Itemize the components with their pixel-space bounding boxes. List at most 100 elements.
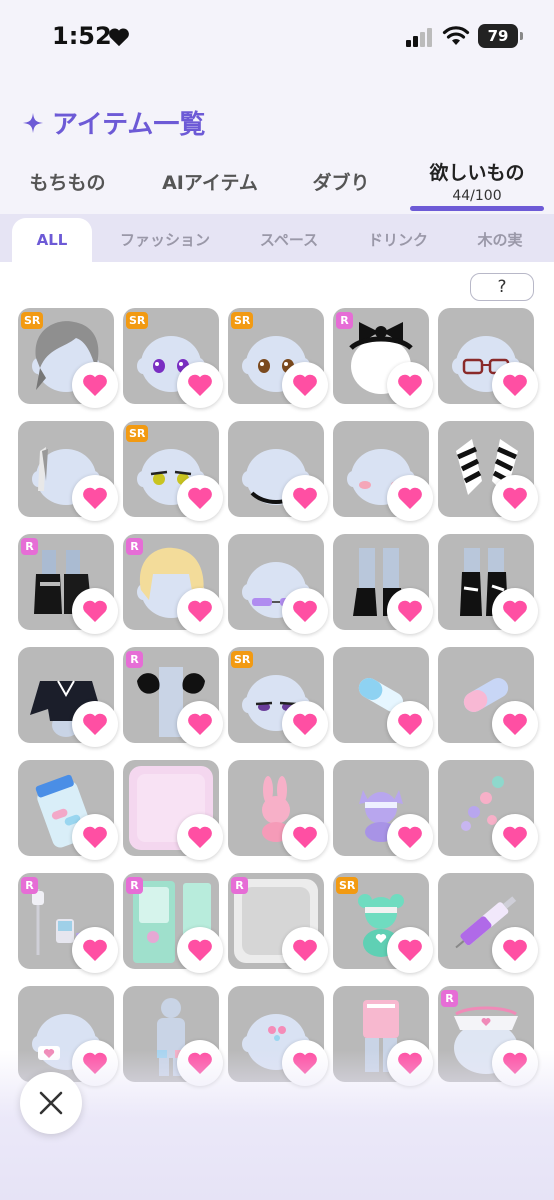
item-card[interactable] — [438, 647, 538, 747]
item-card[interactable]: SR — [18, 308, 118, 408]
tab-mochimono[interactable]: もちもの — [10, 150, 125, 212]
rarity-badge: R — [336, 312, 353, 329]
status-time: 1:52 — [52, 22, 112, 50]
wishlist-heart-button[interactable] — [72, 588, 118, 634]
category-tab-drink[interactable]: ドリンク — [352, 214, 444, 262]
wishlist-heart-button[interactable] — [72, 475, 118, 521]
wishlist-heart-button[interactable] — [387, 588, 433, 634]
wishlist-heart-button[interactable] — [72, 362, 118, 408]
wishlist-heart-button[interactable] — [177, 588, 223, 634]
item-card[interactable] — [333, 421, 433, 521]
rarity-badge: SR — [21, 312, 44, 329]
item-card[interactable] — [123, 760, 223, 860]
item-card[interactable] — [18, 421, 118, 521]
item-card[interactable] — [438, 308, 538, 408]
wishlist-heart-button[interactable] — [282, 814, 328, 860]
heart-icon — [83, 374, 107, 396]
wishlist-heart-button[interactable] — [492, 588, 538, 634]
item-card[interactable] — [333, 534, 433, 634]
heart-icon — [188, 487, 212, 509]
category-tab-space[interactable]: スペース — [240, 214, 338, 262]
heart-icon — [83, 939, 107, 961]
heart-icon — [83, 713, 107, 735]
heart-icon — [398, 713, 422, 735]
item-card[interactable]: SR — [333, 873, 433, 973]
close-button[interactable] — [20, 1072, 82, 1134]
item-card[interactable]: R — [18, 534, 118, 634]
wishlist-heart-button[interactable] — [492, 814, 538, 860]
tab-duplicates[interactable]: ダブり — [296, 150, 386, 212]
heart-icon — [398, 487, 422, 509]
heart-icon — [293, 826, 317, 848]
heart-icon — [293, 600, 317, 622]
wishlist-heart-button[interactable] — [177, 475, 223, 521]
wishlist-heart-button[interactable] — [492, 475, 538, 521]
page-title: アイテム一覧 — [22, 104, 205, 141]
item-card[interactable] — [228, 421, 328, 521]
item-card[interactable] — [18, 760, 118, 860]
item-card[interactable] — [228, 534, 328, 634]
category-tab-nuts[interactable]: 木の実 — [460, 214, 540, 262]
rarity-badge: R — [441, 990, 458, 1007]
item-card[interactable]: SR — [228, 647, 328, 747]
category-tab-fashion[interactable]: ファッション — [108, 214, 222, 262]
item-card[interactable]: R — [123, 873, 223, 973]
wishlist-heart-button[interactable] — [492, 701, 538, 747]
close-icon — [39, 1091, 63, 1115]
heart-icon — [188, 939, 212, 961]
heart-icon — [398, 939, 422, 961]
wishlist-heart-button[interactable] — [72, 927, 118, 973]
wishlist-heart-button[interactable] — [177, 814, 223, 860]
item-card[interactable]: R — [228, 873, 328, 973]
wishlist-heart-button[interactable] — [387, 701, 433, 747]
battery-tip — [520, 32, 523, 40]
heart-icon — [83, 600, 107, 622]
tab-wishlist[interactable]: 欲しいもの 44/100 — [410, 150, 544, 212]
rarity-badge: R — [126, 538, 143, 555]
wishlist-heart-button[interactable] — [282, 701, 328, 747]
wishlist-heart-button[interactable] — [282, 588, 328, 634]
item-card[interactable] — [438, 421, 538, 521]
heart-icon — [503, 487, 527, 509]
heart-icon — [503, 600, 527, 622]
wishlist-heart-button[interactable] — [387, 362, 433, 408]
wishlist-heart-button[interactable] — [387, 814, 433, 860]
item-card[interactable]: R — [123, 534, 223, 634]
item-card[interactable] — [228, 760, 328, 860]
status-bar: 1:52 79 — [0, 0, 554, 80]
item-card[interactable] — [438, 873, 538, 973]
wishlist-heart-button[interactable] — [282, 362, 328, 408]
item-card[interactable] — [18, 647, 118, 747]
item-card[interactable]: SR — [228, 308, 328, 408]
wishlist-heart-button[interactable] — [72, 814, 118, 860]
item-card[interactable] — [438, 760, 538, 860]
rarity-badge: SR — [231, 312, 254, 329]
heart-icon — [293, 713, 317, 735]
wishlist-heart-button[interactable] — [177, 927, 223, 973]
item-card[interactable]: R — [333, 308, 433, 408]
category-tab-all[interactable]: ALL — [12, 218, 92, 262]
wishlist-heart-button[interactable] — [177, 362, 223, 408]
wishlist-heart-button[interactable] — [282, 927, 328, 973]
help-button[interactable]: ? — [470, 273, 534, 301]
wishlist-heart-button[interactable] — [387, 475, 433, 521]
cellular-signal-icon — [406, 28, 432, 47]
heart-icon — [293, 487, 317, 509]
active-tab-indicator — [410, 206, 544, 211]
tab-ai-items[interactable]: AIアイテム — [148, 150, 272, 212]
item-card[interactable]: R — [123, 647, 223, 747]
item-card[interactable]: SR — [123, 421, 223, 521]
item-card[interactable] — [438, 534, 538, 634]
wishlist-heart-button[interactable] — [177, 701, 223, 747]
wishlist-heart-button[interactable] — [492, 362, 538, 408]
rarity-badge: R — [126, 877, 143, 894]
tab-label: AIアイテム — [162, 172, 258, 194]
item-card[interactable]: R — [18, 873, 118, 973]
wishlist-heart-button[interactable] — [387, 927, 433, 973]
item-card[interactable]: SR — [123, 308, 223, 408]
wishlist-heart-button[interactable] — [492, 927, 538, 973]
item-card[interactable] — [333, 647, 433, 747]
wishlist-heart-button[interactable] — [282, 475, 328, 521]
wishlist-heart-button[interactable] — [72, 701, 118, 747]
item-card[interactable] — [333, 760, 433, 860]
